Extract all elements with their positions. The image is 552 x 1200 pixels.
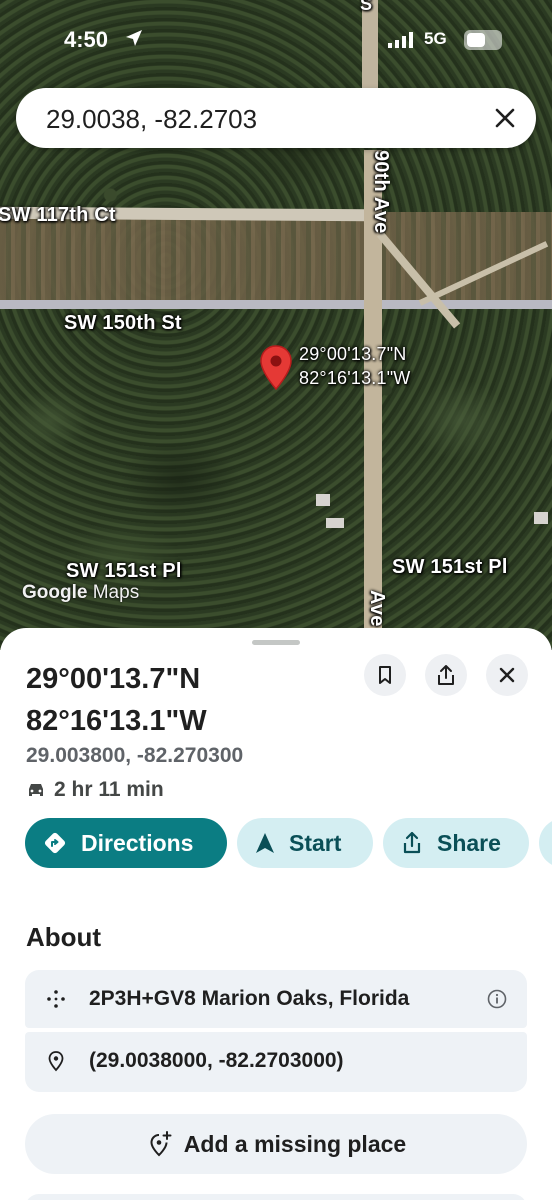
street-label-top: S <box>360 0 373 14</box>
decimal-coordinates: 29.003800, -82.270300 <box>26 744 244 767</box>
pin-label-lng: 82°16'13.1"W <box>299 368 411 388</box>
street-label-sw-151st-pl-left: SW 151st Pl <box>66 560 182 582</box>
directions-button[interactable]: Directions <box>25 818 227 868</box>
add-missing-place-label: Add a missing place <box>183 1130 407 1157</box>
network-type: 5G <box>424 29 447 48</box>
start-label: Start <box>289 829 342 856</box>
more-actions-chip[interactable] <box>539 818 552 868</box>
place-title: 29°00'13.7"N 82°16'13.1"W <box>26 658 356 742</box>
search-query[interactable]: 29.0038, -82.2703 <box>46 104 257 135</box>
street-label-sw-117th-ct: SW 117th Ct <box>0 204 116 226</box>
title-latitude: 29°00'13.7"N <box>26 663 201 695</box>
coordinates-text: (29.0038000, -82.2703000) <box>89 1049 344 1072</box>
plus-code-icon <box>47 990 65 1008</box>
about-heading: About <box>26 922 102 952</box>
title-longitude: 82°16'13.1"W <box>26 705 207 737</box>
drive-time: 2 hr 11 min <box>26 778 164 802</box>
search-bar[interactable]: 29.0038, -82.2703 <box>16 88 536 148</box>
coordinates-row[interactable]: (29.0038000, -82.2703000) <box>25 1032 527 1092</box>
share-button[interactable]: Share <box>383 818 529 868</box>
share-icon-button[interactable] <box>425 654 467 696</box>
street-label-sw-150th-st: SW 150th St <box>64 312 182 334</box>
car-icon <box>29 784 43 796</box>
action-chips: Directions Start Share <box>25 818 552 870</box>
street-label-ave-lower: Ave <box>366 590 388 627</box>
add-missing-place-button[interactable]: Add a missing place <box>25 1114 527 1174</box>
road-sw-150th-st <box>0 300 552 309</box>
clear-search-icon[interactable] <box>492 105 518 131</box>
start-button[interactable]: Start <box>237 818 373 868</box>
bookmark-icon <box>379 666 391 684</box>
close-sheet-button[interactable] <box>486 654 528 696</box>
building <box>316 494 330 506</box>
pin-label-lat: 29°00'13.7"N <box>299 344 407 364</box>
place-bottom-sheet: 29°00'13.7"N 82°16'13.1"W 29.003800, -82… <box>0 628 552 1200</box>
next-section-card <box>25 1194 527 1200</box>
location-arrow-icon <box>126 30 142 46</box>
share-icon <box>438 665 454 685</box>
directions-label: Directions <box>81 829 194 856</box>
street-label-sw-151st-pl-right: SW 151st Pl <box>392 556 508 578</box>
attribution-maps: Maps <box>92 582 140 603</box>
plus-code-text: 2P3H+GV8 Marion Oaks, Florida <box>89 987 410 1010</box>
pin-coordinate-label: 29°00'13.7"N 82°16'13.1"W <box>299 342 411 390</box>
sheet-drag-handle[interactable] <box>252 640 300 645</box>
share-label: Share <box>437 829 501 856</box>
location-pin-outline-icon <box>48 1051 64 1072</box>
plus-code-row[interactable]: 2P3H+GV8 Marion Oaks, Florida <box>25 970 527 1028</box>
cellular-signal-icon <box>388 32 413 48</box>
attribution-google: Google <box>22 582 88 603</box>
status-time: 4:50 <box>64 27 109 52</box>
close-icon <box>499 667 515 683</box>
building <box>534 512 548 524</box>
add-location-icon <box>150 1131 172 1157</box>
google-maps-attribution: Google Maps <box>22 582 139 604</box>
location-pin-icon[interactable] <box>259 345 293 391</box>
save-button[interactable] <box>364 654 406 696</box>
battery-icon <box>464 30 502 50</box>
share-icon <box>403 831 421 854</box>
drive-time-text: 2 hr 11 min <box>54 778 164 801</box>
navigation-arrow-icon <box>256 833 274 853</box>
street-label-90th-ave: 90th Ave <box>370 150 392 234</box>
directions-icon <box>44 832 66 854</box>
status-bar: 4:50 5G <box>0 24 552 60</box>
info-icon[interactable] <box>487 989 507 1009</box>
building <box>326 518 344 528</box>
